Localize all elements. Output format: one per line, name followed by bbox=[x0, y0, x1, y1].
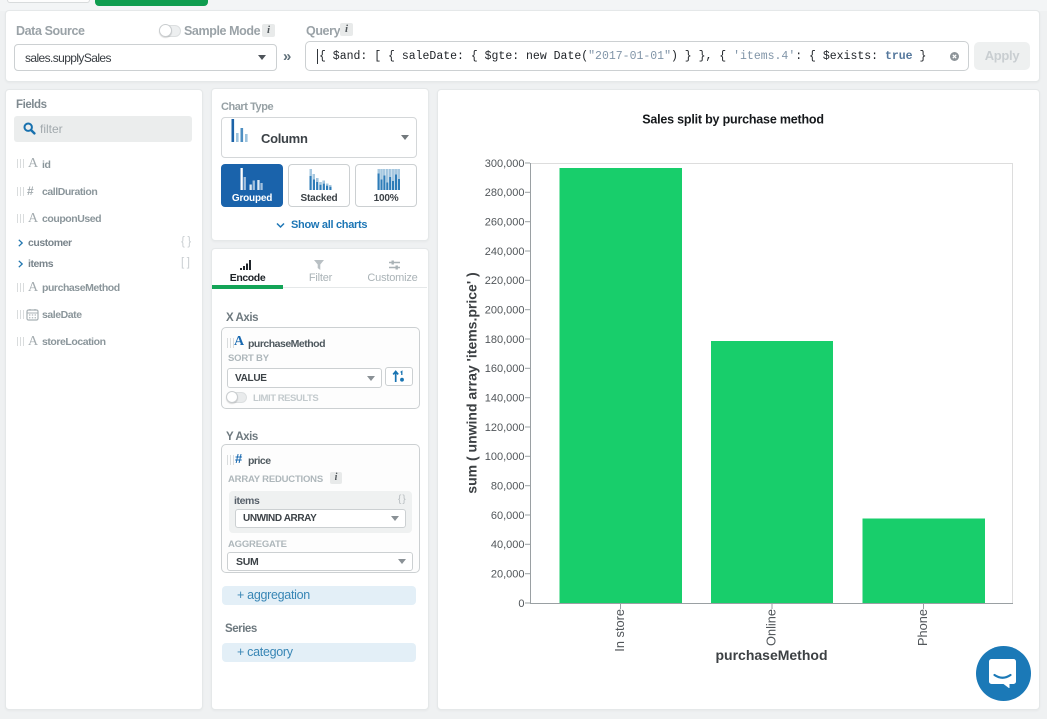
svg-text:300,000: 300,000 bbox=[485, 158, 525, 170]
svg-text:sum ( unwind array 'items.pric: sum ( unwind array 'items.price' ) bbox=[464, 272, 480, 493]
svg-text:160,000: 160,000 bbox=[485, 363, 525, 375]
svg-text:220,000: 220,000 bbox=[485, 275, 525, 287]
svg-text:20,000: 20,000 bbox=[491, 569, 525, 581]
svg-text:Phone: Phone bbox=[915, 609, 930, 646]
svg-text:120,000: 120,000 bbox=[485, 422, 525, 434]
svg-text:Sales split by purchase method: Sales split by purchase method bbox=[642, 113, 824, 127]
svg-text:100,000: 100,000 bbox=[485, 451, 525, 463]
svg-text:40,000: 40,000 bbox=[491, 539, 525, 551]
svg-text:280,000: 280,000 bbox=[485, 187, 525, 199]
svg-text:260,000: 260,000 bbox=[485, 217, 525, 229]
svg-text:Online: Online bbox=[764, 609, 779, 646]
svg-text:80,000: 80,000 bbox=[491, 481, 525, 493]
svg-text:180,000: 180,000 bbox=[485, 334, 525, 346]
svg-text:240,000: 240,000 bbox=[485, 246, 525, 258]
svg-text:60,000: 60,000 bbox=[491, 510, 525, 522]
svg-text:0: 0 bbox=[518, 598, 524, 610]
svg-text:140,000: 140,000 bbox=[485, 393, 525, 405]
svg-text:In store: In store bbox=[612, 609, 627, 652]
svg-text:200,000: 200,000 bbox=[485, 305, 525, 317]
svg-text:purchaseMethod: purchaseMethod bbox=[715, 647, 827, 663]
